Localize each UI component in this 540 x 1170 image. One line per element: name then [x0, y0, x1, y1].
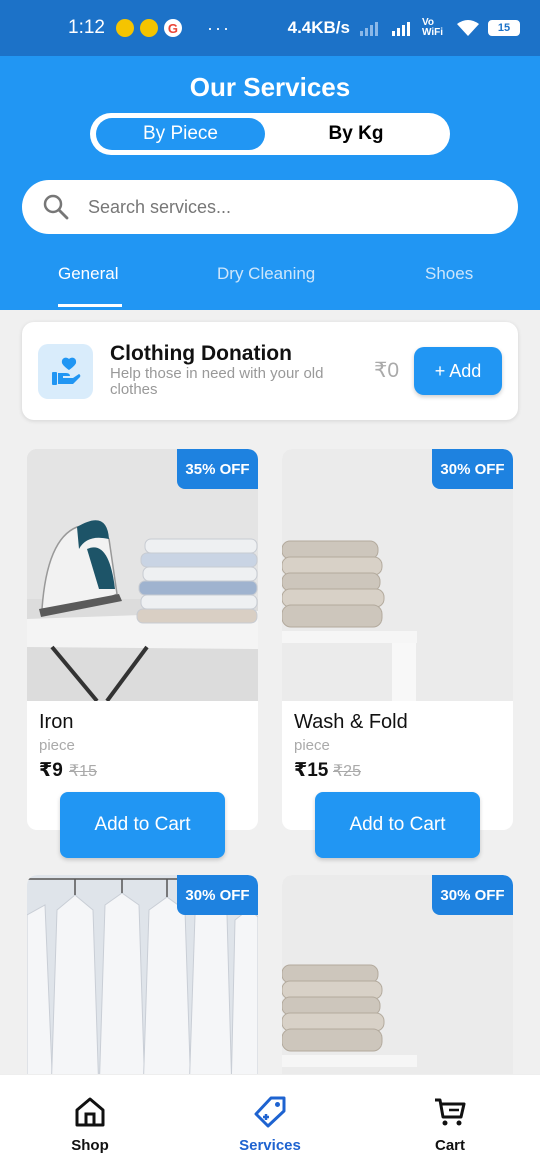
page-title: Our Services: [189, 72, 351, 102]
discount-badge: 30% OFF: [432, 449, 513, 489]
nav-label: Shop: [71, 1137, 109, 1154]
nav-services[interactable]: Services: [210, 1095, 330, 1154]
by-kg-option[interactable]: By Kg: [270, 118, 442, 150]
discount-badge: 30% OFF: [177, 875, 258, 915]
search-bar[interactable]: [22, 180, 518, 234]
snapchat-icon: [115, 19, 134, 37]
search-input[interactable]: [88, 196, 488, 218]
donation-add-button[interactable]: + Add: [414, 347, 502, 395]
product-unit: piece: [39, 737, 75, 754]
donation-description: Help those in need with your old clothes: [110, 365, 324, 398]
bottom-navigation: Shop Services Cart: [0, 1074, 540, 1170]
home-icon: [75, 1097, 105, 1127]
status-time: 1:12: [68, 17, 105, 38]
nav-label: Services: [239, 1137, 301, 1154]
tab-shoes[interactable]: Shoes: [425, 264, 473, 284]
donation-price: ₹0: [374, 359, 400, 382]
product-price: ₹15: [294, 760, 329, 781]
active-tab-indicator: [58, 304, 122, 307]
product-name: Wash & Fold: [294, 711, 408, 733]
vowifi-label: Vo WiFi: [422, 17, 444, 38]
product-card[interactable]: 30% OFF: [27, 875, 258, 1095]
tab-dry-cleaning[interactable]: Dry Cleaning: [217, 264, 315, 284]
tab-general[interactable]: General: [58, 264, 118, 284]
tag-icon: [254, 1096, 286, 1128]
product-card-iron[interactable]: 35% OFF Iron piece ₹9 ₹15: [27, 449, 258, 830]
discount-badge: 30% OFF: [432, 875, 513, 915]
network-speed: 4.4KB/s: [287, 18, 350, 37]
battery-icon: 15: [488, 20, 520, 36]
donation-icon: [38, 344, 93, 399]
product-name: Iron: [39, 711, 74, 733]
nav-cart[interactable]: Cart: [390, 1095, 510, 1154]
signal-icon: [392, 22, 410, 36]
wifi-icon: [457, 20, 479, 36]
add-to-cart-button[interactable]: Add to Cart: [315, 792, 480, 858]
nav-label: Cart: [434, 1137, 465, 1154]
product-card[interactable]: 30% OFF: [282, 875, 513, 1095]
header: Our Services By Piece By Kg General Dry …: [0, 56, 540, 310]
google-icon: G: [163, 19, 182, 37]
snapchat-icon: [139, 19, 158, 37]
status-bar: 1:12 G ··· 4.4KB/s Vo WiFi 15: [0, 0, 540, 56]
product-old-price: ₹25: [333, 763, 361, 780]
product-unit: piece: [294, 737, 330, 754]
add-to-cart-button[interactable]: Add to Cart: [60, 792, 225, 858]
search-icon: [43, 194, 69, 220]
by-piece-option[interactable]: By Piece: [96, 118, 265, 150]
donation-card: Clothing Donation Help those in need wit…: [22, 322, 518, 420]
signal-icon: [360, 22, 378, 36]
product-card-wash-fold[interactable]: 30% OFF Wash & Fold piece ₹15 ₹25: [282, 449, 513, 830]
category-tabs: General Dry Cleaning Shoes: [0, 252, 540, 310]
more-notifications-icon: ···: [206, 17, 231, 38]
discount-badge: 35% OFF: [177, 449, 258, 489]
product-old-price: ₹15: [69, 763, 97, 780]
cart-icon: [435, 1098, 466, 1126]
product-price: ₹9: [39, 760, 63, 781]
nav-shop[interactable]: Shop: [30, 1095, 150, 1154]
donation-title: Clothing Donation: [110, 342, 292, 365]
pricing-mode-toggle: By Piece By Kg: [90, 113, 450, 155]
